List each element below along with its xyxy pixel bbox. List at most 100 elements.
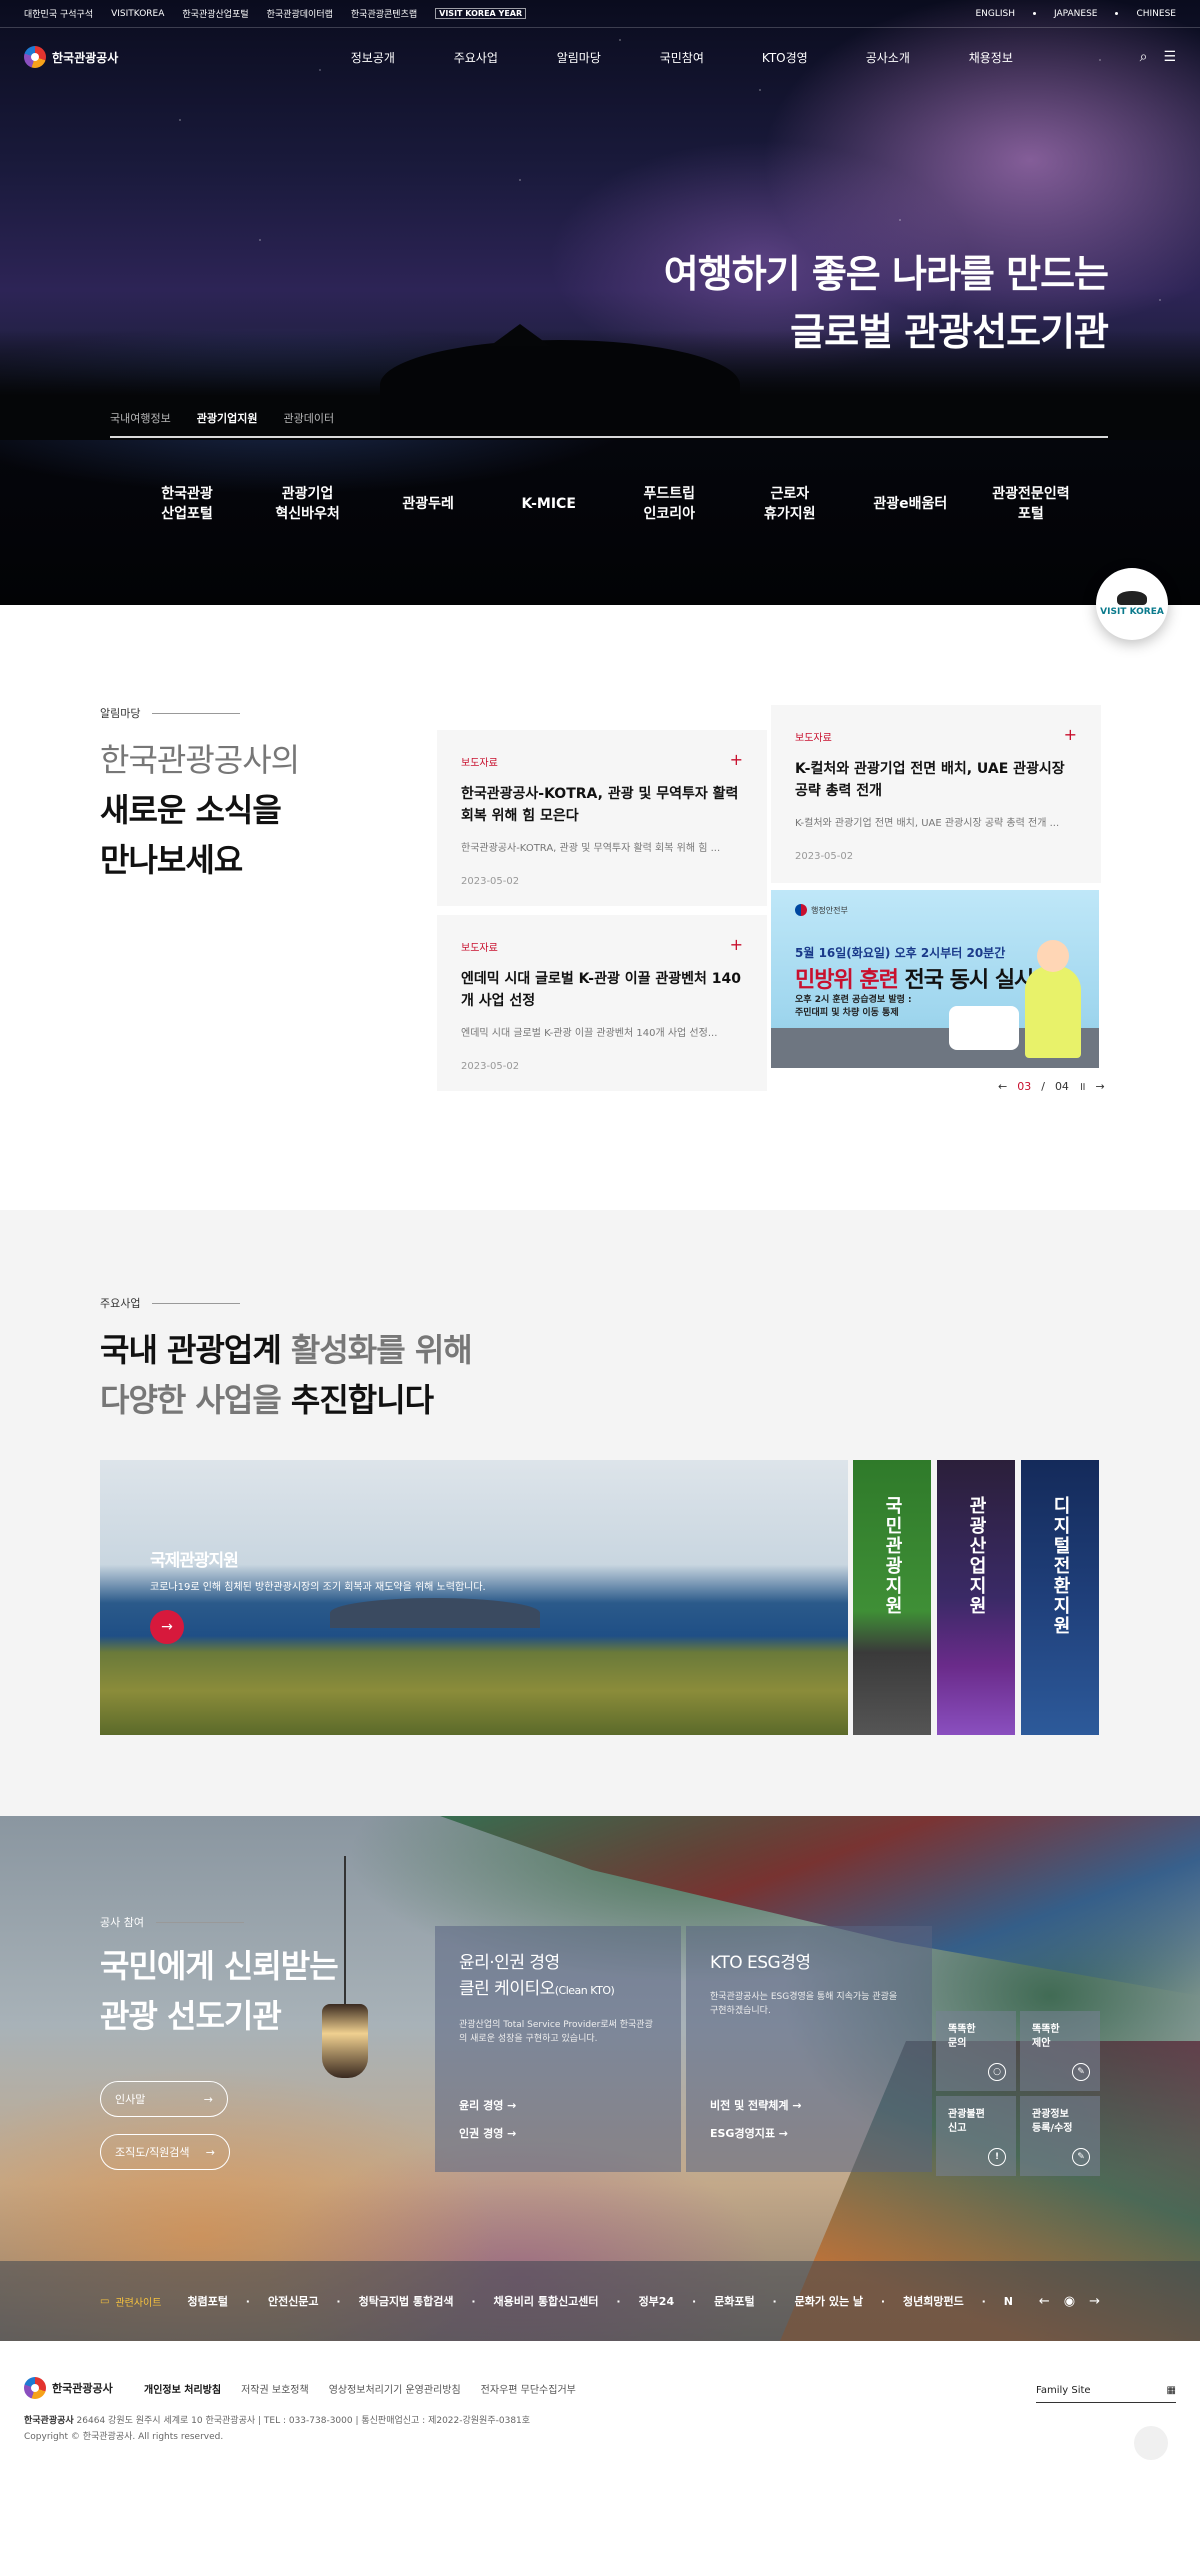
- related-site-link[interactable]: 청렴포털: [187, 2293, 250, 2309]
- footer-link-label: 개인정보 처리방침: [144, 2384, 222, 2396]
- tab-business-support[interactable]: 관광기업지원: [197, 410, 258, 426]
- vision-strategy-link[interactable]: 비전 및 전략체계 →: [710, 2099, 802, 2112]
- ethics-management-link[interactable]: 윤리 경영 →: [459, 2099, 516, 2112]
- arrow-right-icon: →: [205, 2145, 215, 2159]
- news-card[interactable]: 보도자료 + K-컬처와 관광기업 전면 배치, UAE 관광시장 공략 총력 …: [771, 705, 1101, 883]
- business-section-label: 주요사업: [100, 1295, 240, 1311]
- quick-item-e-learning[interactable]: 관광e배움터: [855, 484, 965, 524]
- privacy-policy-link[interactable]: 개인정보 처리방침: [144, 2381, 221, 2396]
- greeting-button[interactable]: 인사말 →: [100, 2081, 228, 2117]
- news-card[interactable]: 보도자료 + 엔데믹 시대 글로벌 K-관광 이끌 관광벤처 140개 사업 선…: [437, 915, 767, 1091]
- related-site-link[interactable]: 문화포털: [714, 2293, 777, 2309]
- lang-english[interactable]: ENGLISH: [975, 9, 1015, 19]
- related-sites-controls: ← ◉ →: [1039, 2294, 1100, 2309]
- cctv-policy-link[interactable]: 영상정보처리기기 운영관리방침: [329, 2381, 461, 2396]
- tab-tourism-data[interactable]: 관광데이터: [283, 410, 334, 426]
- banner-subtext-line2: 주민대피 및 차량 이동 통제: [795, 1008, 899, 1018]
- human-rights-management-link[interactable]: 인권 경영 →: [459, 2127, 516, 2140]
- related-site-link[interactable]: 안전신문고: [268, 2293, 341, 2309]
- quick-item-food-trip[interactable]: 푸드트립 인코리아: [614, 484, 724, 524]
- util-link-korea[interactable]: 대한민국 구석구석: [24, 7, 93, 20]
- email-refusal-link[interactable]: 전자우편 무단수집거부: [481, 2381, 576, 2396]
- quick-item-worker-vacation[interactable]: 근로자 휴가지원: [735, 484, 845, 524]
- arrow-right-icon[interactable]: →: [150, 1610, 184, 1644]
- quick-item-professional-portal[interactable]: 관광전문인력 포털: [976, 484, 1086, 524]
- complaint-report-button[interactable]: 관광불편 신고!: [936, 2096, 1016, 2176]
- visit-korea-year-logo[interactable]: VISIT KOREA YEAR: [435, 8, 527, 19]
- related-site-link[interactable]: 정부24: [639, 2293, 697, 2309]
- grid-icon: ▦: [1166, 2385, 1176, 2396]
- plus-icon[interactable]: +: [730, 935, 743, 954]
- smart-proposal-button[interactable]: 똑똑한 제안 ✎: [1020, 2011, 1100, 2091]
- search-icon[interactable]: ⌕: [1140, 49, 1148, 65]
- util-link-industry[interactable]: 한국관광산업포털: [182, 7, 248, 20]
- business-tab-digital[interactable]: 디지털전환지원: [1021, 1460, 1099, 1735]
- tab-domestic-travel[interactable]: 국내여행정보: [110, 410, 171, 426]
- chat-icon: ○: [988, 2063, 1006, 2081]
- menu-kto-management[interactable]: KTO경영: [733, 49, 836, 66]
- lang-chinese[interactable]: CHINESE: [1136, 9, 1176, 19]
- plus-icon[interactable]: +: [1064, 725, 1077, 744]
- related-site-link[interactable]: NIS국정원: [1004, 2293, 1013, 2309]
- util-link-visitkorea[interactable]: VISITKOREA: [111, 9, 164, 19]
- related-site-link[interactable]: 청탁금지법 통합검색: [359, 2293, 476, 2309]
- business-section: 주요사업 국내 관광업계 활성화를 위해 다양한 사업을 추진합니다 국제관광지…: [0, 1210, 1200, 1816]
- menu-info-disclosure[interactable]: 정보공개: [321, 49, 424, 66]
- business-tab-national[interactable]: 국민관광지원: [853, 1460, 931, 1735]
- pause-icon[interactable]: ॥: [1079, 1079, 1086, 1094]
- related-sites-label: ▭ 관련사이트: [100, 2294, 161, 2309]
- business-tab-industry[interactable]: 관광산업지원: [937, 1460, 1015, 1735]
- quick-item-innovation-voucher[interactable]: 관광기업 혁신바우처: [253, 484, 363, 524]
- news-card-tag: 보도자료: [795, 733, 832, 744]
- footer-org: 한국관광공사: [24, 2416, 74, 2426]
- util-link-contentlab[interactable]: 한국관광콘텐츠랩: [351, 7, 417, 20]
- business-main-desc: 코로나19로 인해 침체된 방한관광시장의 조기 회복과 재도약을 위해 노력합…: [150, 1582, 486, 1593]
- business-main-panel[interactable]: 국제관광지원 코로나19로 인해 침체된 방한관광시장의 조기 회복과 재도약을…: [100, 1460, 848, 1735]
- visit-korea-badge-button[interactable]: VISIT KOREA: [1096, 568, 1168, 640]
- link-label: ESG경영지표: [710, 2127, 775, 2140]
- prev-arrow-icon[interactable]: ←: [1039, 2294, 1050, 2309]
- plus-icon[interactable]: +: [730, 750, 743, 769]
- quick-item-label: K-MICE: [521, 496, 576, 512]
- footer-logo[interactable]: 한국관광공사: [24, 2377, 124, 2399]
- family-site-select[interactable]: Family Site ▦: [1036, 2385, 1176, 2403]
- banner-subtext-line1: 오후 2시 훈련 공습경보 발령 :: [795, 995, 912, 1005]
- menu-about[interactable]: 공사소개: [836, 49, 939, 66]
- small-box-label: 제안: [1032, 2038, 1051, 2049]
- quick-menu-tabs: 국내여행정보 관광기업지원 관광데이터: [110, 410, 1108, 436]
- esg-box: KTO ESG경영 한국관광공사는 ESG경영을 통해 지속가능 관광을 구현하…: [686, 1926, 932, 2172]
- hero-title-line1: 여행하기 좋은 나라를 만드는: [663, 252, 1109, 296]
- related-site-link[interactable]: 채용비리 통합신고센터: [494, 2293, 621, 2309]
- copyright-policy-link[interactable]: 저작권 보호정책: [241, 2381, 309, 2396]
- menu-participation[interactable]: 국민참여: [630, 49, 733, 66]
- utility-bar: 대한민국 구석구석 VISITKOREA 한국관광산업포털 한국관광데이터랩 한…: [0, 0, 1200, 28]
- next-arrow-icon[interactable]: →: [1096, 1080, 1105, 1093]
- menu-main-business[interactable]: 주요사업: [424, 49, 527, 66]
- smart-inquiry-button[interactable]: 똑똑한 문의 ○: [936, 2011, 1016, 2091]
- quick-item-tourism-dure[interactable]: 관광두레: [373, 484, 483, 524]
- small-box-label: 신고: [948, 2123, 967, 2134]
- org-search-button[interactable]: 조직도/직원검색 →: [100, 2134, 230, 2170]
- link-label: 윤리 경영: [459, 2099, 504, 2112]
- quick-item-label: 관광두레: [402, 496, 454, 512]
- quick-item-k-mice[interactable]: K-MICE: [494, 484, 604, 524]
- scroll-top-button[interactable]: [1134, 2426, 1168, 2460]
- next-arrow-icon[interactable]: →: [1089, 2294, 1100, 2309]
- kto-logo-icon: [24, 46, 46, 68]
- lang-japanese[interactable]: JAPANESE: [1054, 9, 1097, 19]
- util-link-datalab[interactable]: 한국관광데이터랩: [267, 7, 333, 20]
- quick-item-industry-portal[interactable]: 한국관광 산업포털: [132, 484, 242, 524]
- news-card[interactable]: 보도자료 + 한국관광공사-KOTRA, 관광 및 무역투자 활력 회복 위해 …: [437, 730, 767, 906]
- esg-indicator-link[interactable]: ESG경영지표 →: [710, 2127, 788, 2140]
- info-register-button[interactable]: 관광정보 등록/수정 ✎: [1020, 2096, 1100, 2176]
- menu-notice[interactable]: 알림마당: [527, 49, 630, 66]
- related-site-link[interactable]: 청년희망펀드: [903, 2293, 986, 2309]
- news-card-date: 2023-05-02: [795, 851, 854, 862]
- civil-defense-banner[interactable]: 행정안전부 5월 16일(화요일) 오후 2시부터 20분간 민방위 훈련 전국…: [771, 890, 1099, 1068]
- prev-arrow-icon[interactable]: ←: [998, 1080, 1007, 1093]
- alert-icon: !: [988, 2148, 1006, 2166]
- pause-circle-icon[interactable]: ◉: [1064, 2294, 1075, 2309]
- related-site-link[interactable]: 문화가 있는 날: [795, 2293, 885, 2309]
- menu-recruit[interactable]: 채용정보: [939, 49, 1042, 66]
- hamburger-menu-icon[interactable]: ☰: [1163, 49, 1176, 65]
